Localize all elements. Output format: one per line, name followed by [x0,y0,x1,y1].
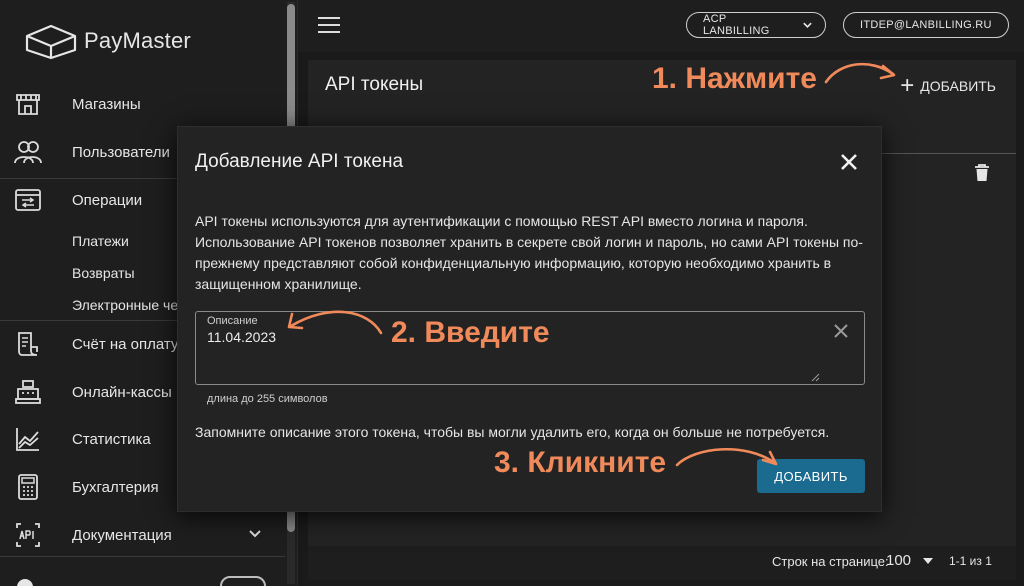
sidebar-subitem-payments[interactable]: Платежи [72,233,129,249]
api-doc-icon [14,521,42,549]
sidebar-item-documentation[interactable]: Документация [0,513,285,557]
sidebar-item-label: Магазины [72,95,141,113]
sidebar-item-label: Онлайн-кассы [72,383,172,401]
user-selector-label: ITDEP@LANBILLING.RU [860,19,992,31]
add-token-label: ДОБАВИТЬ [920,78,996,94]
sidebar-item-label: Статистика [72,430,151,448]
chevron-down-icon[interactable] [248,529,262,539]
dialog-title: Добавление API токена [195,151,404,172]
sidebar-divider [0,556,285,557]
clear-icon[interactable] [832,322,850,340]
rows-per-page-label: Строк на странице: [772,554,889,569]
description-input[interactable]: 11.04.2023 [207,329,276,345]
resize-handle-icon[interactable] [810,372,820,382]
user-selector[interactable]: ITDEP@LANBILLING.RU [843,12,1009,38]
store-icon [14,90,42,118]
annotation-step1: 1. Нажмите [652,62,817,95]
account-selector[interactable]: ACP LANBILLING [686,12,826,38]
annotation-step2: 2. Введите [391,316,550,349]
cash-register-icon [14,378,42,406]
sidebar-item-label: Операции [72,191,143,209]
sidebar-item-label: Пользователи [72,143,170,161]
theme-toggle[interactable] [220,576,266,586]
theme-icon [17,579,33,586]
annotation-step3: 3. Кликните [494,446,667,479]
pagination-bar: Строк на странице: 100 1-1 из 1 [308,546,1016,580]
menu-icon[interactable] [318,17,340,33]
trash-icon[interactable] [974,164,990,182]
pagination-range: 1-1 из 1 [949,554,992,568]
remember-note: Запомните описание этого токена, чтобы в… [195,424,830,440]
page-title: API токены [325,74,424,95]
chevron-down-icon [803,22,812,28]
sidebar-subitem-receipts[interactable]: Электронные че [72,297,178,313]
sidebar-item-stores[interactable]: Магазины [0,82,285,126]
close-icon[interactable] [838,151,860,173]
sidebar-subitem-refunds[interactable]: Возвраты [72,265,135,281]
logo[interactable]: PayMaster [24,22,191,60]
chart-icon [14,425,42,453]
dialog-add-button[interactable]: ДОБАВИТЬ [757,459,865,493]
dialog-description: API токены используются для аутентификац… [195,213,863,292]
caret-down-icon[interactable] [923,558,933,564]
paymaster-logo-icon [25,24,77,60]
operations-icon [14,186,42,214]
calculator-icon [14,473,42,501]
add-token-button[interactable]: + ДОБАВИТЬ [900,72,996,100]
logo-text: PayMaster [84,28,191,53]
topbar: ACP LANBILLING ITDEP@LANBILLING.RU [298,0,1024,52]
field-hint: длина до 255 символов [207,393,328,405]
account-selector-label: ACP LANBILLING [703,13,770,37]
description-field-label: Описание [207,315,258,327]
plus-icon: + [900,72,915,99]
sidebar-item-label: Документация [72,526,172,544]
invoice-icon [14,330,42,358]
users-icon [14,138,42,166]
sidebar-item-label: Бухгалтерия [72,478,159,496]
sidebar-item-label: Счёт на оплату [72,335,179,353]
rows-per-page-select[interactable]: 100 [886,552,911,569]
table-header-divider [878,153,1016,154]
